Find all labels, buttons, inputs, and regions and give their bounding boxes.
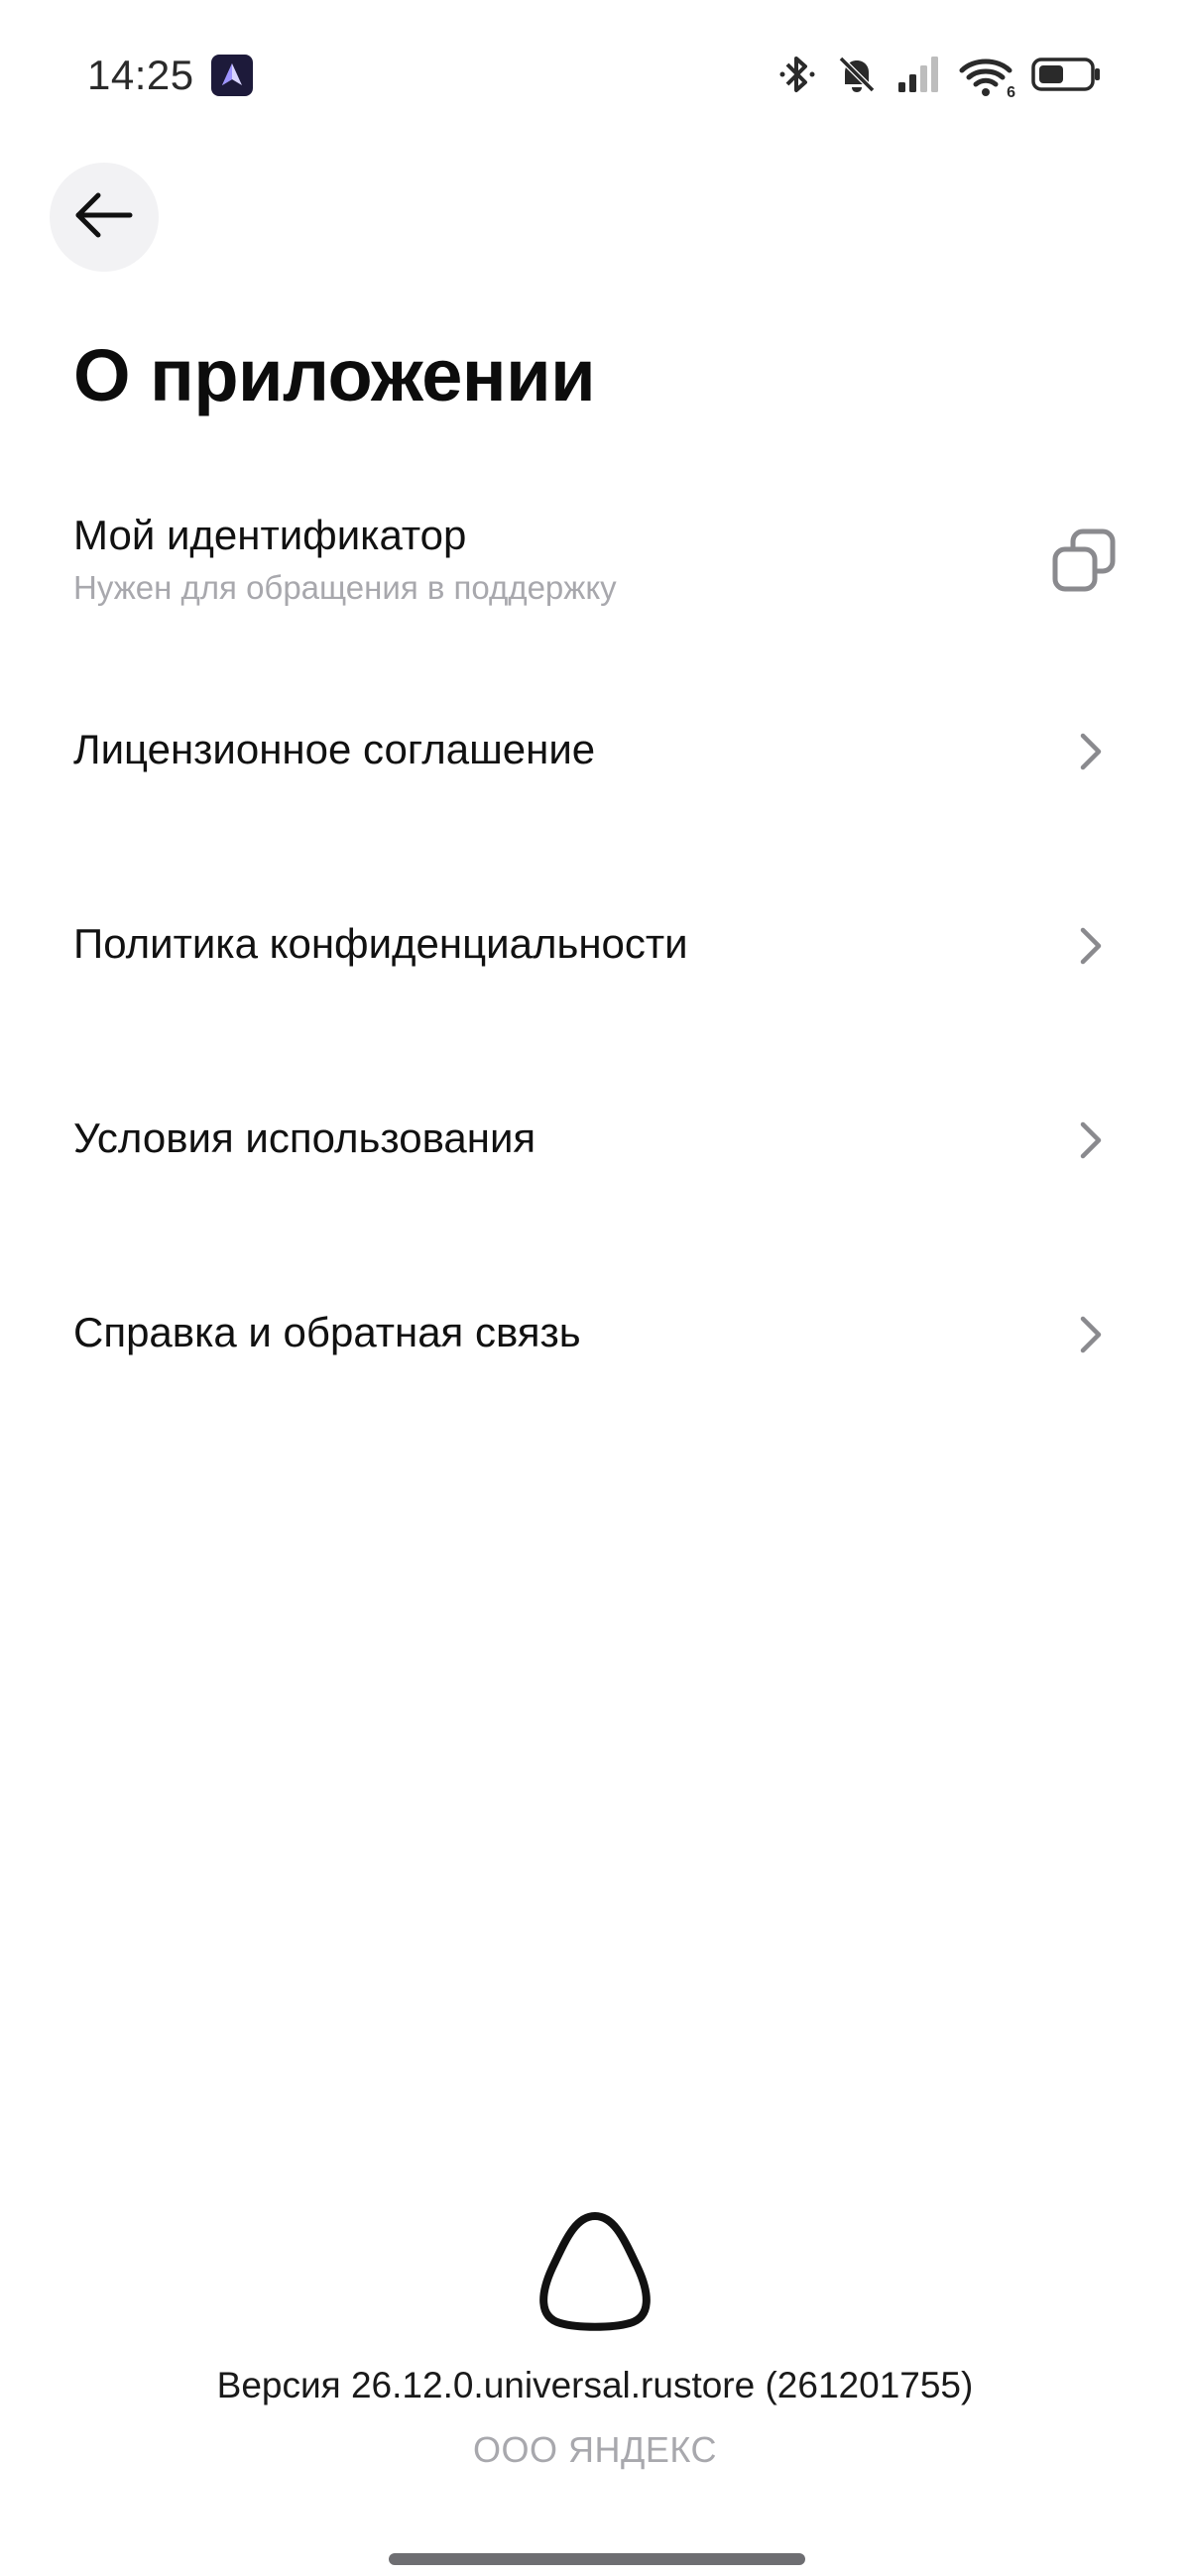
status-bar: 14:25 6 xyxy=(0,0,1190,149)
identifier-label: Мой идентификатор xyxy=(73,512,467,558)
help-feedback-item[interactable]: Справка и обратная связь xyxy=(0,1297,1190,1376)
status-icons: 6 xyxy=(777,50,1103,103)
identifier-sublabel: Нужен для обращения в поддержку xyxy=(73,569,617,606)
bell-off-icon xyxy=(835,53,879,101)
chevron-right-icon xyxy=(1079,926,1103,971)
license-agreement-item[interactable]: Лицензионное соглашение xyxy=(0,714,1190,793)
battery-icon xyxy=(1031,55,1103,99)
home-indicator[interactable] xyxy=(389,2553,805,2565)
copy-icon[interactable] xyxy=(1049,526,1119,595)
chevron-right-icon xyxy=(1079,1120,1103,1165)
my-identifier-item[interactable]: Мой идентификатор Нужен для обращения в … xyxy=(0,496,1190,635)
menu-item-label: Лицензионное соглашение xyxy=(73,726,596,772)
privacy-policy-item[interactable]: Политика конфиденциальности xyxy=(0,908,1190,988)
page-title: О приложении xyxy=(73,334,596,416)
menu-item-label: Политика конфиденциальности xyxy=(73,920,688,967)
app-version: Версия 26.12.0.universal.rustore (261201… xyxy=(216,2365,974,2405)
menu-item-label: Справка и обратная связь xyxy=(73,1309,581,1355)
cellular-signal-icon xyxy=(896,55,940,99)
status-time: 14:25 xyxy=(87,52,194,98)
aurora-app-icon xyxy=(211,55,253,96)
chevron-right-icon xyxy=(1079,732,1103,776)
wifi-badge: 6 xyxy=(1007,84,1015,101)
arrow-left-icon xyxy=(72,191,136,244)
menu-item-label: Условия использования xyxy=(73,1114,536,1161)
wifi-icon: 6 xyxy=(958,55,1015,101)
alice-logo-icon xyxy=(531,2206,659,2335)
chevron-right-icon xyxy=(1079,1315,1103,1359)
back-button[interactable] xyxy=(50,163,159,272)
terms-of-use-item[interactable]: Условия использования xyxy=(0,1103,1190,1182)
company-name: ООО ЯНДЕКС xyxy=(473,2429,717,2470)
bluetooth-icon xyxy=(777,53,817,101)
